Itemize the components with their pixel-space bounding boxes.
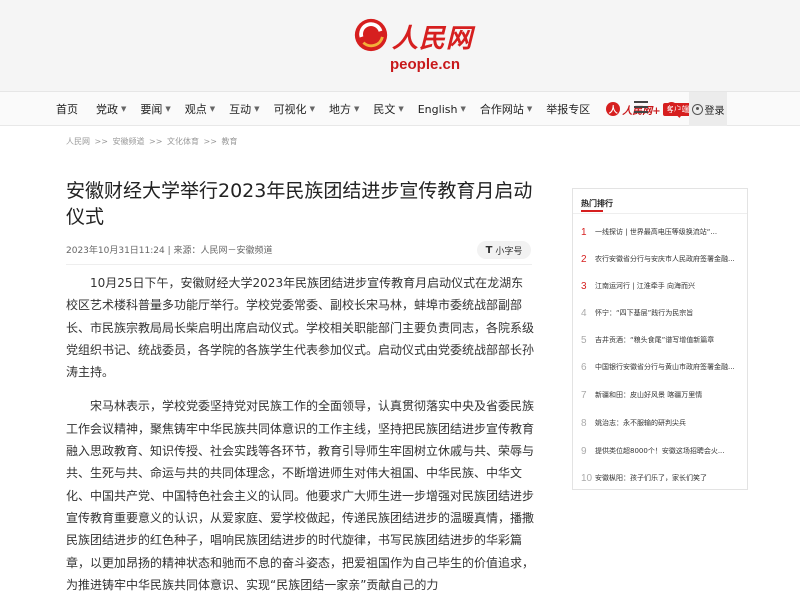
hot-title: 怀宁：“四下基层”践行为民宗旨 — [595, 309, 694, 317]
nav-item-visual[interactable]: 可视化 ▼ — [274, 101, 315, 117]
hot-item[interactable]: 9 提供类位超8000个！安徽这场招聘会火... — [581, 444, 743, 458]
logo-text-en: people.cn — [390, 56, 461, 73]
breadcrumb: 人民网 >> 安徽频道 >> 文化体育 >> 教育 — [66, 136, 240, 147]
article-paragraph: 宋马林表示，学校党委坚持党对民族工作的全面领导，认真贯彻落实中央及省委民族工作会… — [66, 399, 535, 592]
nav-item-interact[interactable]: 互动 ▼ — [229, 101, 259, 117]
divider — [573, 213, 747, 214]
hot-rank: 6 — [581, 361, 587, 373]
nav-item-local[interactable]: 地方 ▼ — [329, 101, 359, 117]
app-logo-icon: 人 — [606, 102, 621, 116]
chevron-down-icon: ▼ — [526, 105, 533, 113]
hot-rank: 1 — [581, 226, 587, 238]
breadcrumb-item[interactable]: 教育 — [222, 137, 238, 146]
hot-title: 姚治志：永不服输的研判尖兵 — [595, 419, 686, 427]
chevron-down-icon: ▼ — [353, 105, 360, 113]
nav-items: 首页 党政 ▼ 要闻 ▼ 观点 ▼ 互动 ▼ 可视化 ▼ 地方 ▼ 民文 ▼ English ▼… — [56, 92, 705, 126]
divider — [66, 264, 532, 265]
nav-item-minwen[interactable]: 民文 ▼ — [373, 101, 403, 117]
hot-title: 一线探访 | 世界最高电压等级换流站“... — [595, 228, 718, 236]
hot-item[interactable]: 5 吉井贡酒：“粮头食尾”谱写增值新篇章 — [581, 333, 743, 347]
menu-icon[interactable] — [634, 101, 648, 115]
hot-rank: 5 — [581, 334, 587, 346]
font-size-button[interactable]: T 小字号 — [477, 241, 531, 259]
people-logo[interactable]: 人民网 people.cn — [352, 14, 472, 80]
site-header: 人民网 people.cn — [0, 0, 800, 92]
nav-item-party[interactable]: 党政 ▼ — [96, 101, 126, 117]
chevron-down-icon: ▼ — [309, 105, 315, 113]
user-icon — [691, 103, 703, 115]
logo-text-cn: 人民网 — [392, 24, 474, 54]
hot-title: 新疆和田：皮山好风景 喀疆万里情 — [595, 391, 703, 399]
nav-item-news[interactable]: 要闻 ▼ — [140, 101, 170, 117]
hot-rank: 3 — [581, 280, 587, 292]
breadcrumb-separator: >> — [203, 137, 217, 146]
main-nav: 首页 党政 ▼ 要闻 ▼ 观点 ▼ 互动 ▼ 可视化 ▼ 地方 ▼ 民文 ▼ English ▼… — [0, 92, 800, 126]
chevron-down-icon: ▼ — [121, 105, 127, 113]
chevron-down-icon: ▼ — [165, 105, 171, 113]
article-meta: 2023年10月31日11:24 | 来源：人民网－安徽频道 — [66, 246, 273, 256]
breadcrumb-item[interactable]: 安徽频道 — [113, 137, 145, 146]
hot-rank: 7 — [581, 389, 587, 401]
logo-mark-icon — [354, 18, 388, 52]
breadcrumb-item[interactable]: 文化体育 — [167, 137, 199, 146]
font-size-icon: T — [485, 244, 493, 256]
hot-title: 江南运河行 | 江淮牵手 向海而兴 — [595, 282, 696, 290]
hot-item[interactable]: 10 安徽枞阳：孩子们乐了，家长们笑了 — [581, 471, 743, 485]
hot-item[interactable]: 8 姚治志：永不服输的研判尖兵 — [581, 416, 743, 430]
breadcrumb-item[interactable]: 人民网 — [66, 137, 90, 146]
hot-title: 吉井贡酒：“粮头食尾”谱写增值新篇章 — [595, 336, 715, 344]
chevron-down-icon: ▼ — [254, 105, 260, 113]
hot-item[interactable]: 3 江南运河行 | 江淮牵手 向海而兴 — [581, 279, 743, 293]
nav-item-partners[interactable]: 合作网站 ▼ — [480, 101, 532, 117]
font-size-label: 小字号 — [495, 246, 523, 257]
nav-item-report[interactable]: 举报专区 — [546, 101, 590, 117]
breadcrumb-separator: >> — [94, 137, 108, 146]
hot-rank: 8 — [581, 417, 587, 429]
login-label: 登录 — [704, 105, 725, 117]
nav-item-opinion[interactable]: 观点 ▼ — [185, 101, 215, 117]
hot-rank: 4 — [581, 307, 587, 319]
nav-item-home[interactable]: 首页 — [56, 101, 78, 117]
nav-item-english[interactable]: English ▼ — [418, 103, 466, 116]
hot-item[interactable]: 1 一线探访 | 世界最高电压等级换流站“... — [581, 225, 743, 239]
hot-ranking-panel: 热门排行 1 一线探访 | 世界最高电压等级换流站“... 2 农行安徽省分行与安庆… — [572, 188, 748, 490]
chevron-down-icon: ▼ — [460, 105, 466, 113]
hot-title: 中国银行安徽省分行与黄山市政府签署金融... — [595, 363, 735, 371]
hot-item[interactable]: 7 新疆和田：皮山好风景 喀疆万里情 — [581, 388, 743, 402]
hot-item[interactable]: 2 农行安徽省分行与安庆市人民政府签署金融... — [581, 252, 743, 266]
title-underline — [581, 210, 603, 212]
hot-rank: 9 — [581, 445, 587, 457]
hot-title: 农行安徽省分行与安庆市人民政府签署金融... — [595, 255, 735, 263]
article-title: 安徽财经大学举行2023年民族团结进步宣传教育月启动仪式 — [66, 180, 533, 228]
chevron-down-icon: ▼ — [398, 105, 404, 113]
hot-title: 安徽枞阳：孩子们乐了，家长们笑了 — [595, 474, 707, 482]
hot-item[interactable]: 6 中国银行安徽省分行与黄山市政府签署金融... — [581, 360, 743, 374]
article-paragraph: 10月25日下午，安徽财经大学2023年民族团结进步宣传教育月启动仪式在龙湖东校… — [66, 276, 535, 380]
hot-rank: 2 — [581, 253, 587, 265]
hot-ranking-title: 热门排行 — [581, 199, 613, 208]
search-icon[interactable] — [665, 102, 678, 115]
hot-rank: 10 — [581, 472, 593, 484]
breadcrumb-separator: >> — [149, 137, 163, 146]
hot-title: 提供类位超8000个！安徽这场招聘会火... — [595, 447, 725, 455]
chevron-down-icon: ▼ — [209, 105, 216, 113]
hot-item[interactable]: 4 怀宁：“四下基层”践行为民宗旨 — [581, 306, 743, 320]
article-body: 10月25日下午，安徽财经大学2023年民族团结进步宣传教育月启动仪式在龙湖东校… — [66, 272, 534, 608]
login-button[interactable]: 登录 — [689, 92, 727, 126]
